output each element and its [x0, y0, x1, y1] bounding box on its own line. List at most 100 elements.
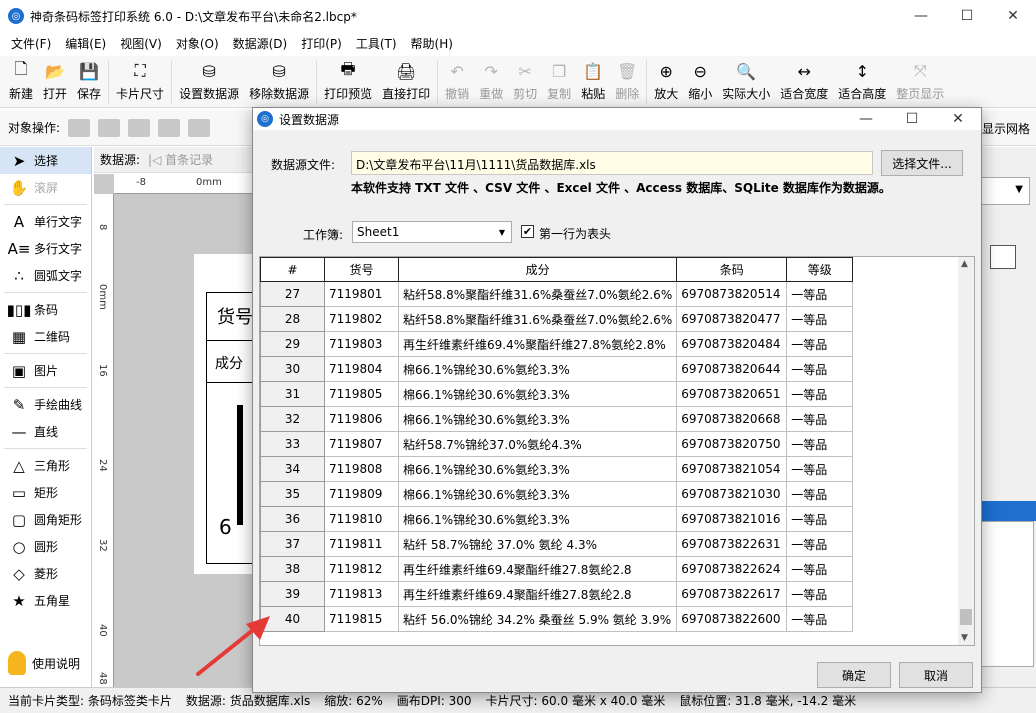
scroll-thumb[interactable] — [960, 609, 972, 625]
row-number[interactable]: 35 — [260, 481, 325, 507]
table-row[interactable]: 33 7119807 粘纤58.7%锦纶37.0%氨纶4.3% 69708738207… — [260, 431, 854, 457]
dialog-maximize-button[interactable]: ☐ — [889, 108, 935, 130]
table-cell[interactable]: 6970873820668 — [676, 406, 788, 432]
tool-item[interactable]: ✎ 手绘曲线 — [0, 391, 91, 418]
menu-item[interactable]: 帮助(H) — [404, 32, 460, 56]
tool-item[interactable]: ✋ 滚屏 — [0, 174, 91, 201]
table-row[interactable]: 39 7119813 再生纤维素纤维69.4聚酯纤维27.8氨纶2.8 6970873… — [260, 581, 854, 607]
close-button[interactable]: ✕ — [990, 0, 1036, 32]
table-cell[interactable]: 棉66.1%锦纶30.6%氨纶3.3% — [397, 381, 678, 407]
tool-item[interactable]: ▣ 图片 — [0, 357, 91, 384]
toolbar-button[interactable]: 💾 保存 — [72, 56, 106, 108]
table-cell[interactable]: 粘纤58.7%锦纶37.0%氨纶4.3% — [397, 431, 678, 457]
barcode-object[interactable] — [237, 405, 243, 525]
table-row[interactable]: 38 7119812 再生纤维素纤维69.4聚酯纤维27.8氨纶2.8 6970873… — [260, 556, 854, 582]
toolbar-button[interactable]: ↔ 适合宽度 — [775, 56, 833, 108]
row-number[interactable]: 38 — [260, 556, 325, 582]
table-cell[interactable]: 7119806 — [324, 406, 399, 432]
table-cell[interactable]: 7119805 — [324, 381, 399, 407]
align-left-icon[interactable] — [188, 118, 211, 137]
table-cell[interactable]: 一等品 — [786, 531, 854, 557]
tool-item[interactable]: ▦ 二维码 — [0, 323, 91, 350]
table-cell[interactable]: 7119815 — [324, 606, 399, 632]
layer-bottom-icon[interactable] — [158, 118, 181, 137]
toolbar-button[interactable]: ⛁ 移除数据源 — [244, 56, 314, 108]
table-cell[interactable]: 再生纤维素纤维69.4聚酯纤维27.8氨纶2.8 — [397, 556, 678, 582]
toolbar-button[interactable]: ⊕ 放大 — [649, 56, 683, 108]
toolbar-button[interactable]: ❐ 复制 — [542, 56, 576, 108]
menu-item[interactable]: 数据源(D) — [226, 32, 295, 56]
tool-item[interactable]: △ 三角形 — [0, 452, 91, 479]
table-cell[interactable]: 再生纤维素纤维69.4聚酯纤维27.8氨纶2.8 — [397, 581, 678, 607]
datasource-file-input[interactable]: D:\文章发布平台\11月\1111\货品数据库.xls — [351, 151, 873, 175]
menu-item[interactable]: 编辑(E) — [58, 32, 113, 56]
toolbar-button[interactable]: 🗋 新建 — [4, 56, 38, 108]
table-cell[interactable]: 粘纤58.8%聚酯纤维31.6%桑蚕丝7.0%氨纶2.6% — [397, 281, 678, 307]
ok-button[interactable]: 确定 — [817, 662, 891, 688]
toolbar-button[interactable]: 🖶 打印预览 — [319, 56, 377, 108]
table-cell[interactable]: 一等品 — [786, 481, 854, 507]
scroll-up-icon[interactable]: ▲ — [961, 259, 968, 269]
help-item[interactable]: 使用说明 — [8, 651, 80, 675]
vertical-scrollbar[interactable]: ▲ ▼ — [958, 257, 974, 645]
tool-item[interactable]: — 直线 — [0, 418, 91, 445]
table-cell[interactable]: 7119802 — [324, 306, 399, 332]
table-cell[interactable]: 一等品 — [786, 581, 854, 607]
row-number[interactable]: 27 — [260, 281, 325, 307]
tool-item[interactable]: ○ 圆形 — [0, 533, 91, 560]
table-cell[interactable]: 6970873821030 — [676, 481, 788, 507]
table-row[interactable]: 34 7119808 棉66.1%锦纶30.6%氨纶3.3% 697087382105… — [260, 456, 854, 482]
table-cell[interactable]: 一等品 — [786, 281, 854, 307]
row-number[interactable]: 28 — [260, 306, 325, 332]
column-header[interactable]: 货号 — [324, 257, 399, 282]
table-cell[interactable]: 粘纤 56.0%锦纶 34.2% 桑蚕丝 5.9% 氨纶 3.9% — [397, 606, 678, 632]
tool-item[interactable]: ▭ 矩形 — [0, 479, 91, 506]
tool-item[interactable]: ★ 五角星 — [0, 587, 91, 614]
row-number[interactable]: 29 — [260, 331, 325, 357]
table-row[interactable]: 32 7119806 棉66.1%锦纶30.6%氨纶3.3% 697087382066… — [260, 406, 854, 432]
table-cell[interactable]: 6970873820651 — [676, 381, 788, 407]
column-header[interactable]: 条码 — [676, 257, 788, 282]
first-record-button[interactable]: |◁ 首条记录 — [148, 151, 213, 168]
choose-file-button[interactable]: 选择文件... — [881, 150, 963, 176]
minimize-button[interactable]: — — [898, 0, 944, 32]
table-cell[interactable]: 6970873822624 — [676, 556, 788, 582]
table-cell[interactable]: 一等品 — [786, 456, 854, 482]
table-cell[interactable]: 棉66.1%锦纶30.6%氨纶3.3% — [397, 506, 678, 532]
table-cell[interactable]: 粘纤58.8%聚酯纤维31.6%桑蚕丝7.0%氨纶2.6% — [397, 306, 678, 332]
row-number[interactable]: 34 — [260, 456, 325, 482]
design-canvas[interactable]: -8 0mm 8 0mm 16 24 32 40 48 货号 成分 6 — [94, 174, 254, 687]
table-cell[interactable]: 一等品 — [786, 406, 854, 432]
row-number[interactable]: 37 — [260, 531, 325, 557]
toolbar-button[interactable]: ↕ 适合高度 — [833, 56, 891, 108]
row-number[interactable]: 32 — [260, 406, 325, 432]
data-grid[interactable]: # 货号 成分 条码 等级 27 7119801 粘纤58.8%聚酯纤维31.6%桑蚕丝7.0… — [259, 256, 975, 646]
table-row[interactable]: 29 7119803 再生纤维素纤维69.4%聚酯纤维27.8%氨纶2.8% 6970… — [260, 331, 854, 357]
table-cell[interactable]: 7119807 — [324, 431, 399, 457]
table-row[interactable]: 37 7119811 粘纤 58.7%锦纶 37.0% 氨纶 4.3% 6970873… — [260, 531, 854, 557]
column-header[interactable]: 成分 — [397, 257, 678, 282]
menu-item[interactable]: 对象(O) — [169, 32, 226, 56]
table-cell[interactable]: 一等品 — [786, 331, 854, 357]
table-cell[interactable]: 棉66.1%锦纶30.6%氨纶3.3% — [397, 456, 678, 482]
table-cell[interactable]: 7119813 — [324, 581, 399, 607]
table-cell[interactable]: 7119809 — [324, 481, 399, 507]
layer-top-icon[interactable] — [128, 118, 151, 137]
table-row[interactable]: 36 7119810 棉66.1%锦纶30.6%氨纶3.3% 697087382101… — [260, 506, 854, 532]
table-cell[interactable]: 6970873820750 — [676, 431, 788, 457]
table-cell[interactable]: 一等品 — [786, 356, 854, 382]
tool-item[interactable]: ∴ 圆弧文字 — [0, 262, 91, 289]
menu-item[interactable]: 文件(F) — [4, 32, 58, 56]
toolbar-button[interactable]: 📂 打开 — [38, 56, 72, 108]
layer-down-icon[interactable] — [98, 118, 121, 137]
table-cell[interactable]: 6970873822631 — [676, 531, 788, 557]
table-cell[interactable]: 一等品 — [786, 506, 854, 532]
table-cell[interactable]: 7119804 — [324, 356, 399, 382]
row-number[interactable]: 31 — [260, 381, 325, 407]
layer-up-icon[interactable] — [68, 118, 91, 137]
table-cell[interactable]: 粘纤 58.7%锦纶 37.0% 氨纶 4.3% — [397, 531, 678, 557]
table-cell[interactable]: 6970873820477 — [676, 306, 788, 332]
table-cell[interactable]: 6970873820484 — [676, 331, 788, 357]
tool-item[interactable]: ➤ 选择 — [0, 147, 91, 174]
tool-item[interactable]: A≡ 多行文字 — [0, 235, 91, 262]
